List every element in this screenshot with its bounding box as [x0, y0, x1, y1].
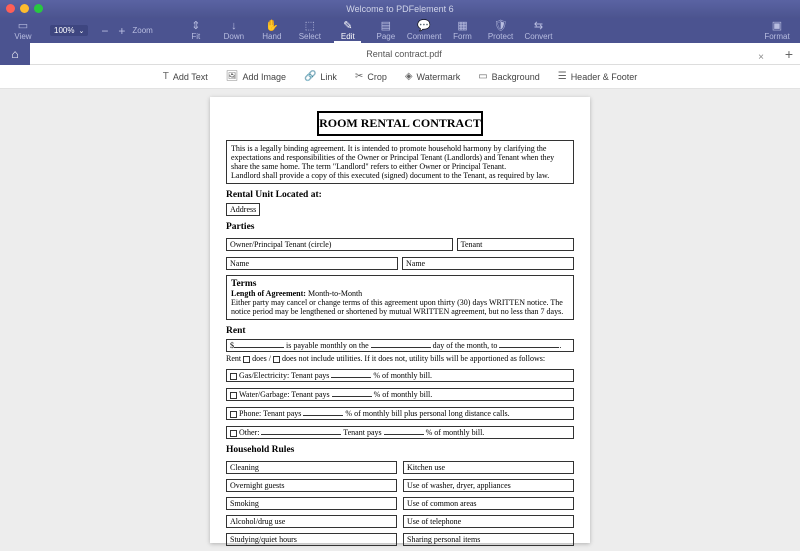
edit-sub-toolbar: TAdd Text 🖼Add Image 🔗Link ✂Crop ◈Waterm… — [0, 65, 800, 89]
close-tab-button[interactable]: × — [758, 52, 764, 63]
convert-button[interactable]: ⇆Convert — [522, 18, 556, 43]
rule-item: Use of washer, dryer, appliances — [403, 479, 574, 492]
name-field-left: Name — [226, 257, 398, 270]
titlebar: Welcome to PDFelement 6 — [0, 0, 800, 18]
tab-bar: ⌂ Rental contract.pdf × + — [0, 43, 800, 65]
parties-heading: Parties — [226, 222, 574, 232]
close-window-button[interactable] — [6, 4, 15, 13]
intro-box: This is a legally binding agreement. It … — [226, 140, 574, 184]
fit-button[interactable]: ⇕Fit — [179, 18, 213, 43]
rule-item: Studying/quiet hours — [226, 533, 397, 546]
rule-item: Alcohol/drug use — [226, 515, 397, 528]
loa-value: Month-to-Month — [308, 289, 362, 298]
rent-heading: Rent — [226, 326, 574, 336]
util-other: Other: Tenant pays % of monthly bill. — [226, 426, 574, 439]
rent-utilities-line: Rent does / does not include utilities. … — [226, 354, 574, 363]
add-image-button[interactable]: 🖼Add Image — [226, 71, 286, 82]
rule-item: Cleaning — [226, 461, 397, 474]
maximize-window-button[interactable] — [34, 4, 43, 13]
loa-label: Length of Agreement: — [231, 289, 306, 298]
text-icon: T — [163, 71, 169, 82]
image-icon: 🖼 — [226, 71, 239, 82]
link-button[interactable]: 🔗Link — [304, 71, 337, 82]
util-gas: Gas/Electricity: Tenant pays % of monthl… — [226, 369, 574, 382]
new-tab-button[interactable]: + — [778, 46, 800, 62]
edit-button[interactable]: ✎Edit — [331, 18, 365, 43]
background-button[interactable]: ▭Background — [478, 71, 540, 82]
tenant-field: Tenant — [457, 238, 574, 251]
zoom-label: Zoom — [132, 18, 152, 43]
util-water: Water/Garbage: Tenant pays % of monthly … — [226, 388, 574, 401]
rule-item: Smoking — [226, 497, 397, 510]
address-field: Address — [226, 203, 260, 216]
doc-title: ROOM RENTAL CONTRACT — [317, 111, 483, 136]
rent-amount-line: $ is payable monthly on the day of the m… — [226, 339, 574, 352]
loa-note: Either party may cancel or change terms … — [231, 298, 569, 316]
down-button[interactable]: ↓Down — [217, 18, 251, 43]
add-text-button[interactable]: TAdd Text — [163, 71, 208, 82]
rules-heading: Household Rules — [226, 445, 574, 455]
owner-field: Owner/Principal Tenant (circle) — [226, 238, 453, 251]
zoom-in-button[interactable]: + — [115, 24, 128, 38]
crop-icon: ✂ — [355, 71, 363, 82]
background-icon: ▭ — [478, 71, 487, 82]
header-footer-icon: ☰ — [558, 71, 567, 82]
format-button[interactable]: ▣Format — [760, 18, 794, 43]
rule-item: Kitchen use — [403, 461, 574, 474]
util-phone: Phone: Tenant pays % of monthly bill plu… — [226, 407, 574, 420]
rental-unit-heading: Rental Unit Located at: — [226, 190, 574, 200]
comment-button[interactable]: 💬Comment — [407, 18, 442, 43]
form-button[interactable]: ▦Form — [446, 18, 480, 43]
rule-item: Overnight guests — [226, 479, 397, 492]
rule-item: Sharing personal items — [403, 533, 574, 546]
terms-heading: Terms — [231, 279, 569, 289]
view-button[interactable]: ▭View — [6, 18, 40, 43]
select-button[interactable]: ⬚Select — [293, 18, 327, 43]
main-toolbar: ▭View 100% ⌄ − + Zoom ⇕Fit ↓Down ✋Hand ⬚… — [0, 18, 800, 43]
rule-item: Use of common areas — [403, 497, 574, 510]
crop-button[interactable]: ✂Crop — [355, 71, 387, 82]
watermark-icon: ◈ — [405, 71, 413, 82]
window-title: Welcome to PDFelement 6 — [346, 4, 453, 14]
document-tab[interactable]: Rental contract.pdf × — [30, 49, 778, 59]
protect-button[interactable]: 🛡Protect — [484, 18, 518, 43]
zoom-control[interactable]: 100% ⌄ — [50, 25, 88, 36]
tab-title: Rental contract.pdf — [366, 49, 442, 59]
window-controls — [6, 4, 43, 13]
rule-item: Use of telephone — [403, 515, 574, 528]
watermark-button[interactable]: ◈Watermark — [405, 71, 460, 82]
hand-button[interactable]: ✋Hand — [255, 18, 289, 43]
home-button[interactable]: ⌂ — [0, 43, 30, 65]
pdf-page[interactable]: ROOM RENTAL CONTRACT This is a legally b… — [210, 97, 590, 543]
name-field-right: Name — [402, 257, 574, 270]
link-icon: 🔗 — [304, 71, 316, 82]
document-canvas[interactable]: ROOM RENTAL CONTRACT This is a legally b… — [0, 89, 800, 551]
page-button[interactable]: ▤Page — [369, 18, 403, 43]
header-footer-button[interactable]: ☰Header & Footer — [558, 71, 638, 82]
zoom-value: 100% — [54, 26, 74, 35]
zoom-out-button[interactable]: − — [98, 24, 111, 38]
minimize-window-button[interactable] — [20, 4, 29, 13]
